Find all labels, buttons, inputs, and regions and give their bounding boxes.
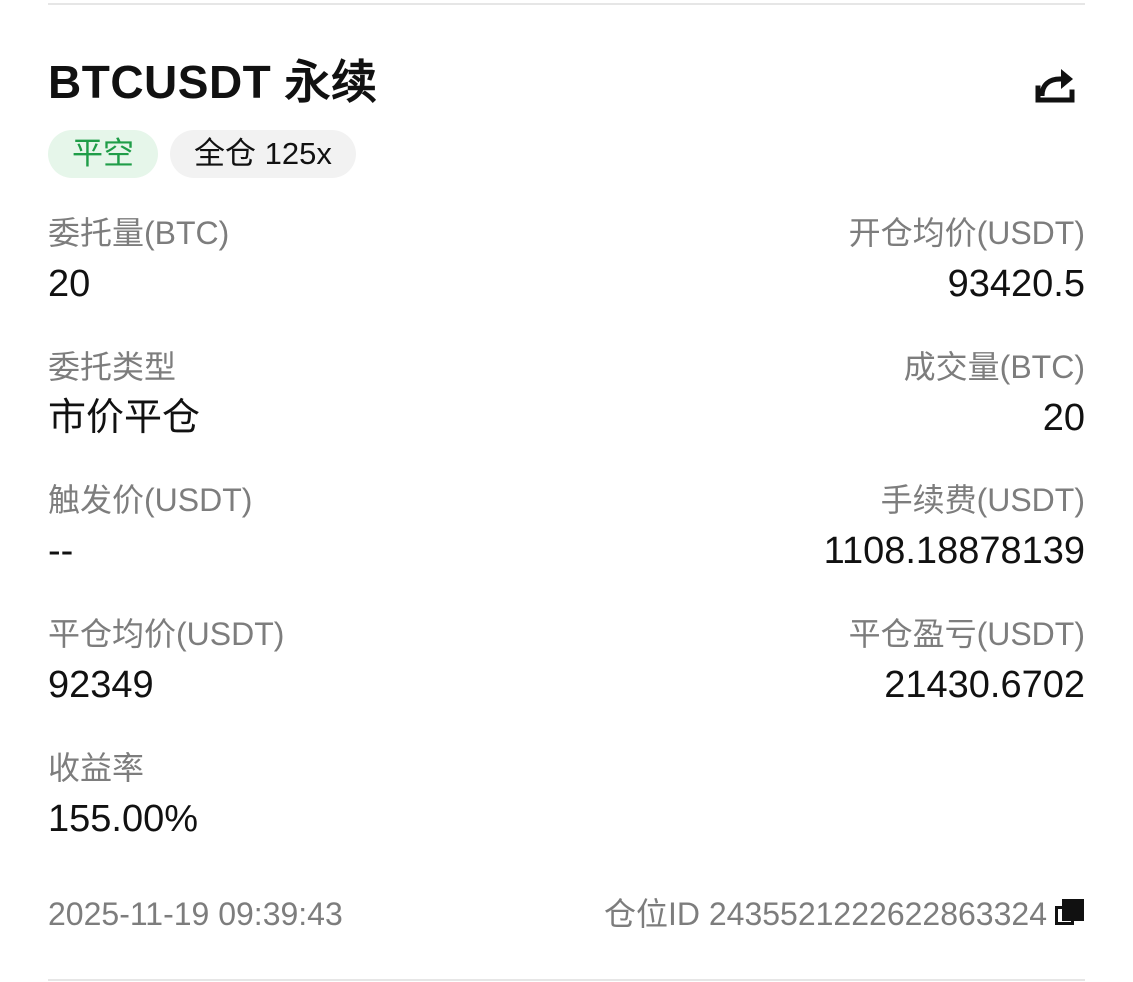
share-icon: [1035, 69, 1075, 103]
order-qty-field: 委托量(BTC) 20: [48, 213, 229, 309]
page-title: BTCUSDT 永续: [48, 56, 378, 108]
close-avg-price-label: 平仓均价(USDT): [48, 616, 285, 652]
close-pnl-label: 平仓盈亏(USDT): [848, 616, 1085, 652]
filled-qty-value: 20: [1042, 397, 1085, 439]
fee-field: 手续费(USDT) 1108.18878139: [824, 480, 1085, 576]
roi-field: 收益率 155.00%: [48, 748, 198, 844]
order-qty-label: 委托量(BTC): [48, 215, 230, 251]
filled-qty-label: 成交量(BTC): [903, 349, 1085, 385]
open-avg-price-field: 开仓均价(USDT) 93420.5: [849, 213, 1085, 309]
open-avg-price-value: 93420.5: [947, 263, 1085, 305]
fee-value: 1108.18878139: [823, 530, 1085, 572]
roi-value: 155.00%: [48, 798, 199, 840]
trigger-price-value: --: [48, 530, 74, 572]
fee-label: 手续费(USDT): [880, 482, 1085, 518]
tag-row: 平空 全仓 125x: [48, 130, 356, 178]
trigger-price-field: 触发价(USDT) --: [48, 480, 252, 576]
order-type-value: 市价平仓: [48, 397, 201, 439]
position-id: 仓位ID 2435521222622863324: [604, 892, 1085, 936]
order-type-label: 委托类型: [48, 349, 177, 385]
margin-leverage-badge: 全仓 125x: [170, 130, 356, 178]
close-pnl-field: 平仓盈亏(USDT) 21430.6702: [849, 614, 1085, 710]
order-qty-value: 20: [48, 263, 91, 305]
copy-icon[interactable]: [1055, 899, 1085, 929]
close-pnl-value: 21430.6702: [884, 664, 1085, 706]
trigger-price-label: 触发价(USDT): [48, 482, 253, 518]
close-avg-price-field: 平仓均价(USDT) 92349: [48, 614, 284, 710]
side-badge: 平空: [48, 130, 158, 178]
filled-qty-field: 成交量(BTC) 20: [904, 347, 1085, 443]
roi-label: 收益率: [48, 750, 145, 786]
order-type-field: 委托类型 市价平仓: [48, 347, 200, 443]
close-avg-price-value: 92349: [48, 664, 154, 706]
open-avg-price-label: 开仓均价(USDT): [848, 215, 1085, 251]
share-button[interactable]: [1028, 58, 1082, 112]
order-timestamp: 2025-11-19 09:39:43: [48, 896, 343, 932]
position-id-text: 仓位ID 2435521222622863324: [603, 896, 1047, 932]
top-divider: [48, 3, 1085, 5]
bottom-divider: [48, 979, 1085, 981]
